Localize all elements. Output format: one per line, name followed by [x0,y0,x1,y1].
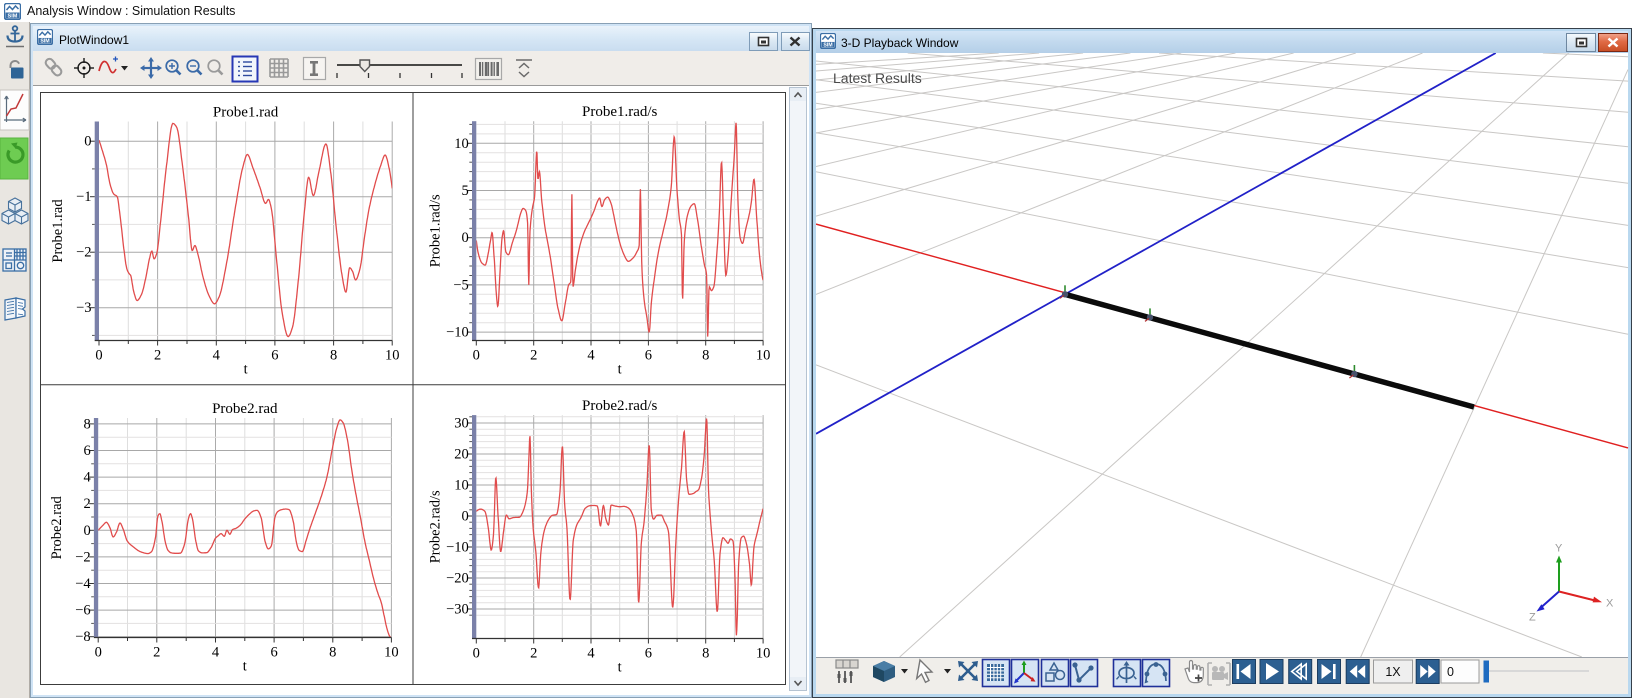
svg-text:0: 0 [473,347,480,363]
svg-text:8: 8 [702,347,709,363]
svg-text:10: 10 [384,644,399,660]
svg-text:1X: 1X [1385,665,1401,679]
svg-text:6: 6 [271,347,278,363]
svg-text:4: 4 [212,644,220,660]
svg-text:2: 2 [83,496,90,512]
svg-text:4: 4 [587,645,595,661]
svg-text:2: 2 [153,644,160,660]
svg-text:Probe2.rad: Probe2.rad [212,401,278,417]
svg-text:2: 2 [530,645,537,661]
svg-text:t: t [243,658,247,674]
svg-text:10: 10 [454,477,469,493]
svg-text:0: 0 [462,230,469,246]
svg-text:30: 30 [454,415,469,431]
svg-text:Probe1.rad: Probe1.rad [213,104,279,120]
svg-text:−30: −30 [446,601,469,617]
svg-text:Probe2.rad: Probe2.rad [49,495,65,559]
svg-text:10: 10 [385,347,400,363]
svg-text:−20: −20 [446,570,469,586]
svg-text:SIM: SIM [823,43,833,49]
svg-text:t: t [618,659,622,675]
svg-text:8: 8 [330,347,337,363]
svg-text:SIM: SIM [8,14,18,20]
svg-text:10: 10 [756,645,771,661]
svg-text:20: 20 [454,446,469,462]
svg-text:5: 5 [462,183,469,199]
svg-text:SIM: SIM [40,39,50,45]
svg-text:0: 0 [95,644,102,660]
svg-text:X: X [1606,598,1614,610]
svg-text:10: 10 [454,135,469,151]
svg-text:t: t [244,361,248,377]
svg-text:0: 0 [473,645,480,661]
svg-text:Probe1.rad: Probe1.rad [50,198,66,262]
svg-text:6: 6 [645,645,652,661]
svg-text:2: 2 [154,347,161,363]
svg-text:8: 8 [83,416,90,432]
svg-text:−2: −2 [76,244,91,260]
svg-text:t: t [618,361,622,377]
svg-text:6: 6 [270,644,277,660]
svg-text:10: 10 [756,347,771,363]
svg-text:8: 8 [329,644,336,660]
svg-text:0: 0 [83,522,90,538]
svg-text:0: 0 [1447,665,1454,679]
svg-text:6: 6 [645,347,652,363]
svg-text:−4: −4 [75,576,91,592]
svg-text:0: 0 [95,347,102,363]
svg-text:0: 0 [84,133,91,149]
svg-text:Probe2.rad/s: Probe2.rad/s [582,398,658,414]
svg-text:−8: −8 [75,629,90,645]
svg-text:8: 8 [702,645,709,661]
svg-text:−10: −10 [446,539,469,555]
svg-text:6: 6 [83,443,90,459]
svg-text:0: 0 [462,508,469,524]
svg-text:4: 4 [587,347,595,363]
svg-text:Y: Y [1555,543,1563,555]
svg-text:−5: −5 [453,277,468,293]
svg-text:−10: −10 [446,324,469,340]
svg-text:Probe1.rad/s: Probe1.rad/s [427,193,443,266]
svg-text:Probe1.rad/s: Probe1.rad/s [582,104,658,120]
svg-text:−1: −1 [76,189,91,205]
svg-text:Latest Results: Latest Results [833,70,922,86]
svg-text:2: 2 [530,347,537,363]
svg-text:−6: −6 [75,602,90,618]
svg-text:−2: −2 [75,549,90,565]
svg-text:Z: Z [1529,612,1536,624]
svg-text:Probe2.rad/s: Probe2.rad/s [427,489,443,562]
svg-text:4: 4 [213,347,221,363]
svg-text:−3: −3 [76,300,91,316]
svg-text:4: 4 [83,469,91,485]
